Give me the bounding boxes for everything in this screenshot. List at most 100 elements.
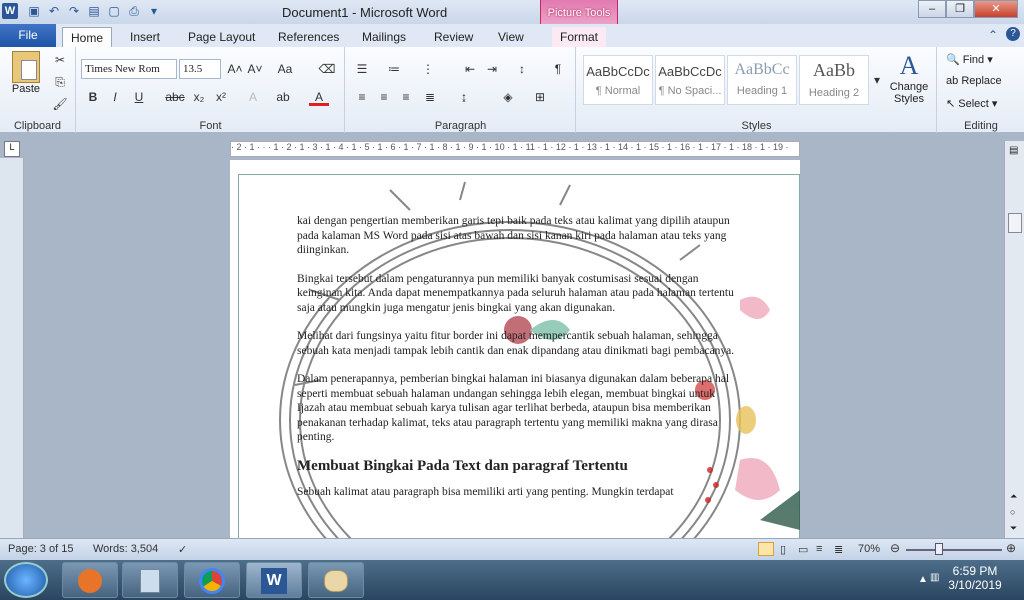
bold-icon[interactable]: B (83, 88, 103, 106)
style-no-spacing[interactable]: AaBbCcDc ¶ No Spaci... (655, 55, 725, 105)
clock[interactable]: 6:59 PM 3/10/2019 (944, 564, 1006, 592)
font-name-combo[interactable]: Times New Rom (81, 59, 177, 79)
new-icon[interactable]: ▢ (106, 3, 122, 19)
decrease-indent-icon[interactable]: ⇤ (460, 60, 480, 78)
tab-mailings[interactable]: Mailings (354, 27, 414, 47)
change-case-icon[interactable]: Aa (275, 60, 295, 78)
increase-indent-icon[interactable]: ⇥ (482, 60, 502, 78)
subscript-icon[interactable]: x₂ (189, 88, 209, 106)
styles-more-icon[interactable]: ▾ (871, 71, 883, 89)
close-button[interactable]: ✕ (974, 0, 1018, 18)
tab-format[interactable]: Format (552, 27, 607, 47)
tab-selector-button[interactable]: L (4, 141, 20, 157)
start-orb-icon[interactable] (4, 562, 48, 598)
align-left-icon[interactable]: ≡ (352, 88, 372, 106)
paint-icon[interactable] (308, 562, 364, 598)
numbering-icon[interactable]: ≔ (384, 60, 404, 78)
zoom-slider[interactable] (906, 549, 1002, 551)
tab-file[interactable]: File (0, 24, 56, 47)
text-effects-icon[interactable]: A (243, 88, 263, 106)
multilevel-list-icon[interactable]: ⋮ (418, 60, 438, 78)
print-preview-icon[interactable]: ⎙ (126, 3, 142, 19)
font-color-icon[interactable]: A (309, 88, 329, 106)
superscript-icon[interactable]: x² (211, 88, 231, 106)
outline-view-icon[interactable]: ≡ (816, 543, 822, 555)
chrome-icon[interactable] (184, 562, 240, 598)
minimize-button[interactable]: – (918, 0, 946, 18)
tab-page-layout[interactable]: Page Layout (180, 27, 263, 47)
word-icon[interactable]: W (246, 562, 302, 598)
style-heading-1[interactable]: AaBbCc Heading 1 (727, 55, 797, 105)
document-text[interactable]: kai dengan pengertian memberikan garis t… (297, 214, 737, 514)
paragraph[interactable]: Bingkai tersebut dalam pengaturannya pun… (297, 272, 737, 316)
ruler-toggle-icon[interactable]: ▤ (1009, 145, 1018, 156)
format-painter-icon[interactable]: 🖌 (50, 95, 70, 113)
redo-icon[interactable]: ↷ (66, 3, 82, 19)
grow-font-icon[interactable]: A˄ (225, 60, 245, 78)
find-button[interactable]: 🔍 Find ▾ (946, 53, 993, 66)
next-page-icon[interactable]: ⏷ (1010, 523, 1017, 534)
paste-button[interactable]: Paste (6, 51, 46, 95)
zoom-slider-thumb[interactable] (935, 543, 943, 555)
tab-view[interactable]: View (490, 27, 532, 47)
horizontal-ruler[interactable]: · 2 · 1 · · · 1 · 2 · 1 · 3 · 1 · 4 · 1 … (230, 141, 800, 157)
shading-icon[interactable]: ◈ (498, 88, 518, 106)
browse-object-icon[interactable]: ○ (1010, 507, 1015, 517)
zoom-out-icon[interactable]: ⊖ (890, 541, 900, 555)
tab-home[interactable]: Home (62, 27, 113, 47)
show-marks-icon[interactable]: ¶ (548, 60, 568, 78)
vertical-scrollbar[interactable]: ▤ ⏶ ○ ⏷ (1004, 141, 1024, 538)
align-right-icon[interactable]: ≡ (396, 88, 416, 106)
ribbon-minimize-icon[interactable]: ⌃ (988, 28, 998, 42)
undo-icon[interactable]: ↶ (46, 3, 62, 19)
vertical-ruler[interactable] (0, 158, 24, 538)
font-size-combo[interactable]: 13.5 (179, 59, 221, 79)
tab-review[interactable]: Review (426, 27, 481, 47)
tab-insert[interactable]: Insert (122, 27, 168, 47)
prev-page-icon[interactable]: ⏶ (1010, 491, 1017, 502)
borders-icon[interactable]: ⊞ (530, 88, 550, 106)
italic-icon[interactable]: I (105, 88, 125, 106)
show-hidden-icons-icon[interactable]: ▲ (918, 574, 928, 585)
network-icon[interactable]: ▥ (930, 572, 939, 583)
strikethrough-icon[interactable]: abc (165, 88, 185, 106)
word-icon[interactable]: W (2, 3, 18, 19)
section-heading[interactable]: Membuat Bingkai Pada Text dan paragraf T… (297, 458, 737, 474)
proofing-icon[interactable]: ✓ (178, 543, 187, 556)
bullets-icon[interactable]: ☰ (352, 60, 372, 78)
help-icon[interactable]: ? (1006, 27, 1020, 41)
qat-menu-icon[interactable]: ▾ (146, 3, 162, 19)
reading-view-icon[interactable]: ▯ (780, 543, 786, 556)
underline-icon[interactable]: U (129, 88, 149, 106)
restore-button[interactable]: ❐ (946, 0, 974, 18)
tab-references[interactable]: References (270, 27, 347, 47)
open-icon[interactable]: ▤ (86, 3, 102, 19)
line-spacing-icon[interactable]: ↨ (454, 88, 474, 106)
replace-button[interactable]: ab Replace (946, 75, 1002, 87)
select-button[interactable]: ↖ Select ▾ (946, 97, 997, 110)
paragraph[interactable]: Sebuah kalimat atau paragraph bisa memil… (297, 485, 737, 500)
zoom-in-icon[interactable]: ⊕ (1006, 541, 1016, 555)
align-center-icon[interactable]: ≡ (374, 88, 394, 106)
highlight-icon[interactable]: ab (273, 88, 293, 106)
paragraph[interactable]: Dalam penerapannya, pemberian bingkai ha… (297, 372, 737, 445)
notepad-icon[interactable] (122, 562, 178, 598)
word-count[interactable]: Words: 3,504 (93, 543, 158, 555)
paragraph[interactable]: kai dengan pengertian memberikan garis t… (297, 214, 737, 258)
change-styles-button[interactable]: A Change Styles (887, 51, 931, 105)
zoom-level[interactable]: 70% (858, 543, 880, 555)
sort-icon[interactable]: ↕ (512, 60, 532, 78)
print-layout-view-icon[interactable] (758, 542, 774, 556)
style-normal[interactable]: AaBbCcDc ¶ Normal (583, 55, 653, 105)
scrollbar-thumb[interactable] (1008, 213, 1022, 233)
justify-icon[interactable]: ≣ (420, 88, 440, 106)
save-icon[interactable]: ▣ (26, 3, 42, 19)
shrink-font-icon[interactable]: A˅ (245, 60, 265, 78)
style-heading-2[interactable]: AaBb Heading 2 (799, 55, 869, 105)
clear-formatting-icon[interactable]: ⌫ (317, 60, 337, 78)
mozilla-icon[interactable] (62, 562, 118, 598)
draft-view-icon[interactable]: ≣ (834, 543, 843, 556)
cut-icon[interactable]: ✂ (50, 51, 70, 69)
copy-icon[interactable]: ⎘ (50, 73, 70, 91)
web-layout-icon[interactable]: ▭ (798, 543, 808, 556)
